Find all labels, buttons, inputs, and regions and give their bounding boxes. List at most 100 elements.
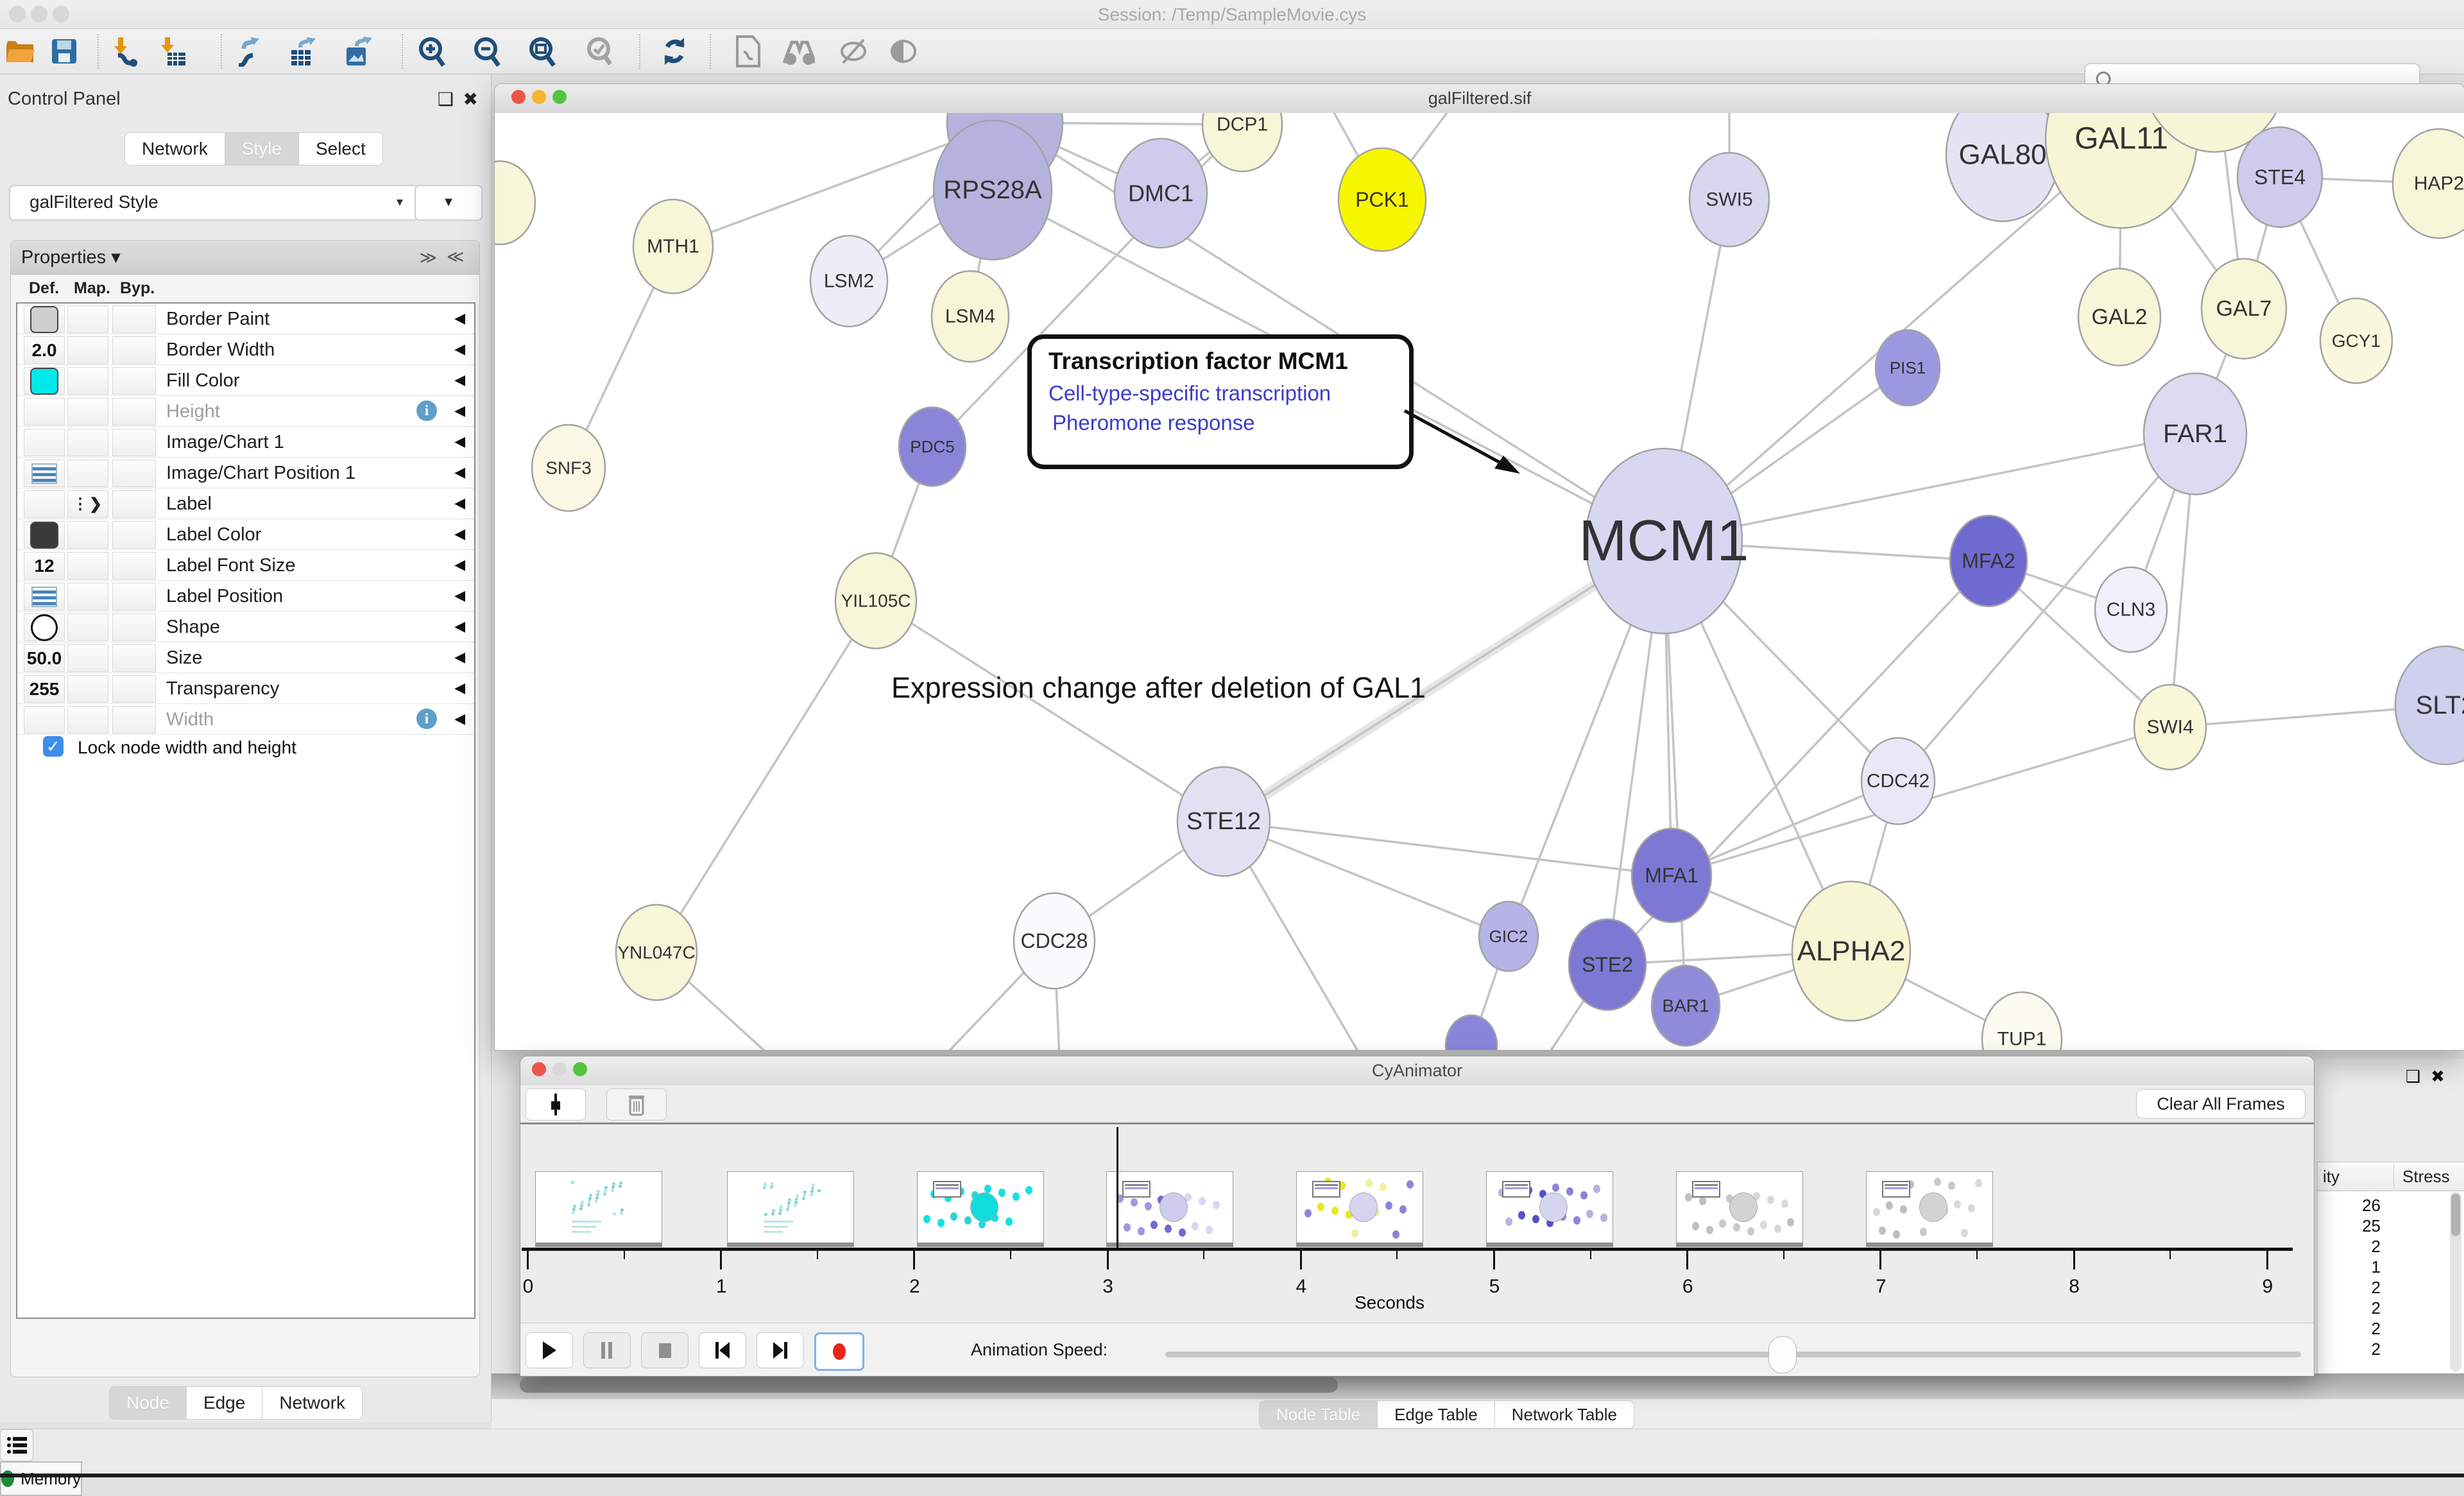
default-value-cell[interactable] <box>24 490 65 518</box>
expand-all-icon[interactable]: ≫ <box>420 241 437 274</box>
bypass-cell[interactable] <box>112 305 156 333</box>
expand-arrow-icon[interactable]: ◀ <box>454 556 465 573</box>
bypass-cell[interactable] <box>112 521 156 549</box>
memory-button[interactable]: Memory <box>0 1461 82 1496</box>
default-value-cell[interactable]: 12 <box>24 552 65 580</box>
default-value-cell[interactable]: 50.0 <box>24 644 65 672</box>
property-row-fill-color[interactable]: Fill Color◀ <box>17 365 474 396</box>
frame-thumbnail-1[interactable] <box>727 1171 854 1247</box>
expand-arrow-icon[interactable]: ◀ <box>454 710 465 727</box>
mapping-cell[interactable] <box>67 429 108 456</box>
pause-button[interactable] <box>583 1332 631 1368</box>
frame-thumbnail-2[interactable] <box>917 1171 1044 1247</box>
default-value-cell[interactable] <box>24 521 65 549</box>
cyanimator-titlebar[interactable]: CyAnimator <box>520 1056 2314 1086</box>
property-row-image-chart-position-1[interactable]: Image/Chart Position 1◀ <box>17 458 474 488</box>
record-button[interactable] <box>814 1332 864 1371</box>
delete-frame-button[interactable] <box>606 1088 667 1121</box>
close-panel-icon[interactable]: ✖ <box>463 89 478 110</box>
expand-arrow-icon[interactable]: ◀ <box>454 341 465 357</box>
property-row-border-width[interactable]: 2.0Border Width◀ <box>17 334 474 365</box>
mapping-cell[interactable] <box>67 521 108 549</box>
bypass-cell[interactable] <box>112 583 156 610</box>
property-row-size[interactable]: 50.0Size◀ <box>17 642 474 673</box>
mapping-cell[interactable] <box>67 614 108 641</box>
edge[interactable] <box>1005 123 1664 541</box>
edge[interactable] <box>876 601 1224 821</box>
expand-arrow-icon[interactable]: ◀ <box>454 433 465 450</box>
timeline[interactable]: 0123456789 Seconds <box>520 1124 2314 1323</box>
annotation-box[interactable]: Transcription factor MCM1 Cell-type-spec… <box>1027 334 1414 469</box>
style-options-button[interactable]: ▼ <box>415 185 483 221</box>
add-frame-button[interactable] <box>526 1088 586 1121</box>
bypass-cell[interactable] <box>112 675 156 703</box>
tab-edge[interactable]: Edge <box>187 1386 262 1420</box>
bypass-cell[interactable] <box>112 490 156 518</box>
mapping-cell[interactable] <box>67 644 108 672</box>
hide-annotations-icon[interactable] <box>837 35 870 67</box>
properties-header[interactable]: Properties ▾ ≫ ≫ <box>11 241 479 275</box>
refresh-icon[interactable] <box>658 35 692 67</box>
stop-button[interactable] <box>641 1332 689 1368</box>
table-cell-value[interactable]: 2 <box>2323 1237 2381 1257</box>
bypass-cell[interactable] <box>112 644 156 672</box>
bypass-cell[interactable] <box>112 429 156 456</box>
play-button[interactable] <box>526 1332 573 1368</box>
property-row-image-chart-1[interactable]: Image/Chart 1◀ <box>17 427 474 458</box>
bypass-cell[interactable] <box>112 614 156 641</box>
default-value-cell[interactable] <box>24 614 65 641</box>
bypass-cell[interactable] <box>112 552 156 580</box>
save-session-icon[interactable] <box>47 35 81 67</box>
table-scrollbar[interactable] <box>2450 1192 2461 1371</box>
mapping-cell[interactable] <box>67 675 108 703</box>
playhead[interactable] <box>1116 1127 1118 1251</box>
annotation-link-1[interactable]: Cell-type-specific transcription <box>1048 381 1331 406</box>
expand-arrow-icon[interactable]: ◀ <box>454 618 465 635</box>
node-pbot[interactable] <box>1446 1015 1497 1050</box>
frame-thumbnail-3[interactable] <box>1106 1171 1233 1247</box>
property-row-shape[interactable]: Shape◀ <box>17 612 474 642</box>
default-value-cell[interactable] <box>24 429 65 456</box>
open-session-icon[interactable] <box>4 35 37 67</box>
mapping-cell[interactable] <box>67 367 108 395</box>
property-row-border-paint[interactable]: Border Paint◀ <box>17 304 474 334</box>
horizontal-scrollbar-thumb[interactable] <box>520 1377 1338 1393</box>
column-header-stress[interactable]: Stress <box>2402 1167 2450 1187</box>
table-cell-value[interactable]: 26 <box>2323 1196 2381 1216</box>
property-row-transparency[interactable]: 255Transparency◀ <box>17 673 474 704</box>
show-annotations-icon[interactable] <box>887 35 920 67</box>
tab-node-table[interactable]: Node Table <box>1259 1400 1378 1429</box>
table-scrollbar-thumb[interactable] <box>2451 1194 2460 1236</box>
node-lsliv[interactable] <box>495 161 535 245</box>
table-panel-window-buttons[interactable]: ❑✖ <box>2406 1067 2455 1087</box>
mapping-cell[interactable] <box>67 305 108 333</box>
default-value-cell[interactable]: 2.0 <box>24 336 65 364</box>
table-cell-value[interactable]: 2 <box>2323 1298 2381 1318</box>
table-cell-value[interactable]: 2 <box>2323 1278 2381 1298</box>
table-cell-value[interactable]: 2 <box>2323 1339 2381 1359</box>
default-value-cell[interactable] <box>24 398 65 426</box>
tab-network[interactable]: Network <box>124 132 225 166</box>
expand-arrow-icon[interactable]: ◀ <box>454 495 465 512</box>
default-value-cell[interactable] <box>24 460 65 487</box>
show-panels-button[interactable] <box>0 1429 33 1461</box>
property-row-label-font-size[interactable]: 12Label Font Size◀ <box>17 550 474 581</box>
zoom-out-icon[interactable] <box>471 35 504 67</box>
mapping-cell[interactable] <box>67 398 108 426</box>
default-value-cell[interactable] <box>24 583 65 610</box>
bypass-cell[interactable] <box>112 367 156 395</box>
mapping-cell[interactable]: ⋮❯ <box>67 490 108 518</box>
network-document-icon[interactable] <box>732 35 765 67</box>
export-image-icon[interactable] <box>341 35 375 67</box>
tab-edge-table[interactable]: Edge Table <box>1378 1400 1495 1429</box>
property-row-label-position[interactable]: Label Position◀ <box>17 581 474 612</box>
lock-size-checkbox[interactable]: ✓ <box>43 736 64 757</box>
property-row-height[interactable]: Heighti◀ <box>17 396 474 427</box>
frame-thumbnail-0[interactable] <box>535 1171 662 1247</box>
bypass-cell[interactable] <box>112 460 156 487</box>
default-value-cell[interactable]: 255 <box>24 675 65 703</box>
expand-arrow-icon[interactable]: ◀ <box>454 649 465 666</box>
import-table-icon[interactable] <box>155 35 189 67</box>
frame-thumbnail-6[interactable] <box>1676 1171 1803 1247</box>
network-canvas[interactable]: DCP1RPS28ADMC1PCK1SWI5GAL80GAL11STE4HAP2… <box>495 113 2464 1050</box>
